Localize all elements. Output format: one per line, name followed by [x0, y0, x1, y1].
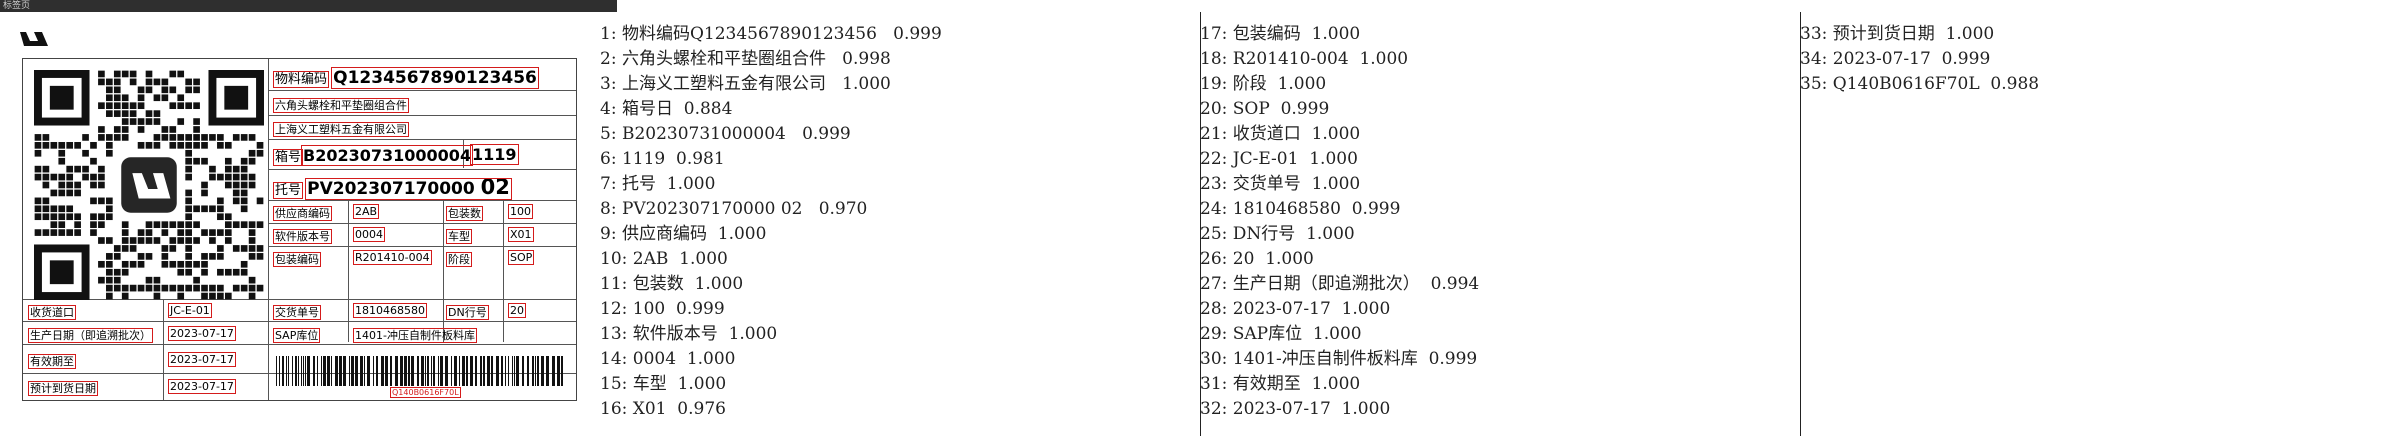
ocr-result-line: 9: 供应商编码 1.000 [600, 224, 767, 244]
ocr-column-1: 1: 物料编码Q1234567890123456 0.999 2: 六角头螺栓和平… [600, 22, 942, 422]
material-code-value: Q1234567890123456 [331, 67, 539, 89]
ocr-result-line: 6: 1119 0.981 [600, 149, 725, 169]
material-code-label: 物料编码 [272, 71, 330, 88]
ocr-result-line: 14: 0004 1.000 [600, 349, 736, 369]
ocr-result-line: 28: 2023-07-17 1.000 [1200, 299, 1391, 319]
ocr-result-line: 20: SOP 0.999 [1200, 99, 1330, 119]
barcode [276, 356, 568, 388]
ocr-result-line: 8: PV202307170000 02 0.970 [600, 199, 868, 219]
ocr-result-line: 32: 2023-07-17 1.000 [1200, 399, 1391, 419]
ocr-column-3: 33: 预计到货日期 1.000 34: 2023-07-17 0.999 35: … [1800, 22, 2039, 97]
pack-code-value: R201410-004 [353, 250, 432, 265]
ocr-result-line: 1: 物料编码Q1234567890123456 0.999 [600, 24, 942, 44]
ocr-result-line: 4: 箱号日 0.884 [600, 99, 733, 119]
ocr-result-line: 17: 包装编码 1.000 [1200, 24, 1361, 44]
pallet-no-label: 托号 [272, 182, 304, 199]
arrival-label: 预计到货日期 [28, 381, 98, 396]
shipping-label: 物料编码 Q1234567890123456 六角头螺栓和平垫圈组合件 上海义工… [22, 58, 577, 401]
supplier-code-value: 2AB [352, 204, 380, 219]
ocr-result-line: 31: 有效期至 1.000 [1200, 374, 1361, 394]
ocr-result-line: 10: 2AB 1.000 [600, 249, 728, 269]
ocr-result-line: 34: 2023-07-17 0.999 [1800, 49, 1991, 69]
ocr-result-line: 11: 包装数 1.000 [600, 274, 744, 294]
ocr-result-line: 26: 20 1.000 [1200, 249, 1314, 269]
delivery-no-value: 1810468580 [353, 303, 427, 318]
sap-value: 1401-冲压自制件板料库 [353, 328, 477, 343]
car-model-label: 车型 [446, 229, 472, 244]
ocr-result-line: 13: 软件版本号 1.000 [600, 324, 778, 344]
ocr-result-line: 24: 1810468580 0.999 [1200, 199, 1401, 219]
car-model-value: X01 [508, 227, 534, 242]
stage-value: SOP [507, 250, 535, 265]
ocr-result-line: 33: 预计到货日期 1.000 [1800, 24, 1995, 44]
dn-value: 20 [508, 303, 526, 318]
expiry-value: 2023-07-17 [168, 352, 236, 367]
box-no-value: B20230731000004 [301, 145, 474, 166]
ocr-result-line: 2: 六角头螺栓和平垫圈组合件 0.998 [600, 49, 891, 69]
pack-code-label: 包装编码 [273, 252, 321, 267]
part-name: 六角头螺栓和平垫圈组合件 [273, 98, 409, 113]
pack-qty-label: 包装数 [446, 206, 483, 221]
receiving-value: JC-E-01 [168, 303, 212, 318]
pack-qty-value: 100 [508, 204, 533, 219]
box-no-label: 箱号 [272, 149, 304, 166]
material-code-row: 物料编码 Q1234567890123456 [272, 67, 539, 89]
brand-logo-icon [20, 32, 48, 46]
supplier-code-label: 供应商编码 [273, 206, 332, 221]
arrival-value: 2023-07-17 [168, 379, 236, 394]
software-ver-label: 软件版本号 [273, 229, 332, 244]
ocr-result-line: 25: DN行号 1.000 [1200, 224, 1355, 244]
ocr-result-line: 19: 阶段 1.000 [1200, 74, 1327, 94]
ocr-result-line: 23: 交货单号 1.000 [1200, 174, 1361, 194]
ocr-result-line: 21: 收货道口 1.000 [1200, 124, 1361, 144]
stage-label: 阶段 [446, 252, 472, 267]
ocr-result-line: 35: Q140B0616F70L 0.988 [1800, 74, 2040, 94]
receiving-label: 收货道口 [28, 305, 76, 320]
production-date-value: 2023-07-17 [168, 326, 236, 341]
qr-code [34, 70, 264, 300]
sap-label: SAP库位 [272, 328, 321, 343]
supplier-name: 上海义工塑料五金有限公司 [273, 122, 409, 137]
delivery-no-label: 交货单号 [273, 305, 321, 320]
ocr-result-line: 15: 车型 1.000 [600, 374, 727, 394]
ocr-result-line: 3: 上海义工塑料五金有限公司 1.000 [600, 74, 891, 94]
qty-big: 1119 [470, 144, 519, 165]
barcode-text: Q140B0616F70L [390, 387, 461, 398]
pallet-no-value: PV202307170000 02 [305, 175, 512, 200]
ocr-result-line: 7: 托号 1.000 [600, 174, 716, 194]
ocr-result-line: 12: 100 0.999 [600, 299, 725, 319]
dn-label: DN行号 [446, 305, 489, 320]
window-title: 标签页 [3, 1, 31, 11]
ocr-result-line: 27: 生产日期（即追溯批次） 0.994 [1200, 274, 1480, 294]
production-date-label: 生产日期（即追溯批次） [28, 328, 153, 343]
expiry-label: 有效期至 [28, 354, 76, 369]
ocr-result-line: 16: X01 0.976 [600, 399, 726, 419]
ocr-column-2: 17: 包装编码 1.000 18: R201410-004 1.000 19: 阶… [1200, 22, 1479, 422]
window-titlebar: 标签页 [0, 0, 617, 12]
ocr-result-line: 22: JC-E-01 1.000 [1200, 149, 1358, 169]
ocr-result-line: 29: SAP库位 1.000 [1200, 324, 1362, 344]
software-ver-value: 0004 [353, 227, 385, 242]
ocr-result-line: 5: B20230731000004 0.999 [600, 124, 851, 144]
ocr-result-line: 30: 1401-冲压自制件板料库 0.999 [1200, 349, 1478, 369]
ocr-result-line: 18: R201410-004 1.000 [1200, 49, 1409, 69]
